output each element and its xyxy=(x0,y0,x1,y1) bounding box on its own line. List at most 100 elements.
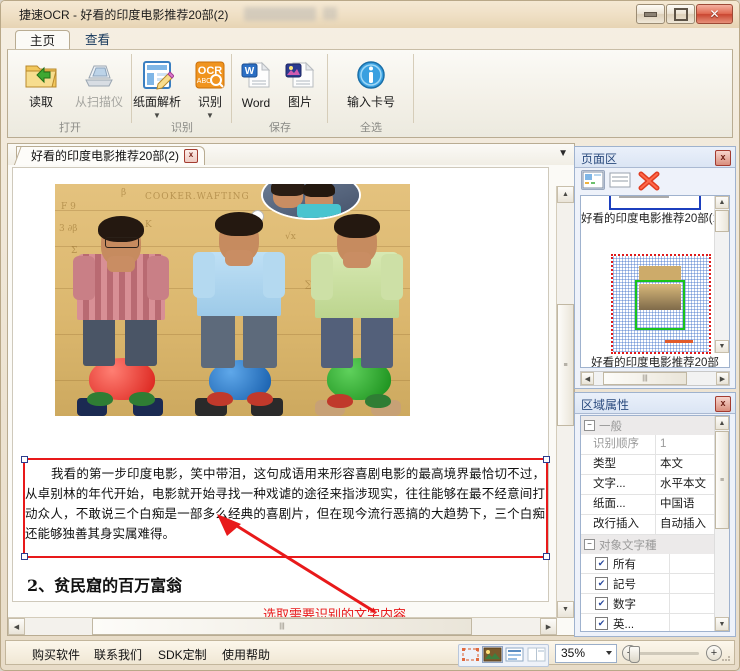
document-horizontal-scrollbar[interactable]: ◀ ||| ▶ xyxy=(8,617,557,635)
ribbon-button-read-label: 读取 xyxy=(28,95,53,109)
list-view-icon[interactable] xyxy=(608,170,632,190)
thumb-vertical-scroll-thumb[interactable] xyxy=(715,210,729,232)
char-type-label: 数字 xyxy=(613,598,636,611)
thumb-scroll-down-button[interactable]: ▼ xyxy=(715,340,729,353)
page-thumbnail-list[interactable]: 好看的印度电影推荐20部(1).pdf 好看的印度电影推荐20部 ▲ ▼ xyxy=(580,195,730,368)
zoom-slider-track[interactable] xyxy=(631,652,699,655)
image-view-icon[interactable] xyxy=(482,646,503,663)
status-link-contact[interactable]: 联系我们 xyxy=(94,646,142,663)
status-link-sdk[interactable]: SDK定制 xyxy=(158,646,207,663)
collapse-icon[interactable]: − xyxy=(584,420,595,431)
document-vertical-scrollbar[interactable]: ▲ ≡ ▼ xyxy=(556,186,574,618)
properties-grid[interactable]: − 一般 识别顺序 1 类型 本文 文字... 水平本文 纸面... 中国语 改… xyxy=(580,415,730,632)
ribbon-button-layout-analysis[interactable]: 纸面解析 ▼ xyxy=(128,54,186,120)
thumb-scroll-left-button[interactable]: ◀ xyxy=(581,372,594,385)
chevron-down-icon[interactable] xyxy=(606,651,612,655)
tab-view[interactable]: 查看 xyxy=(71,30,124,50)
checkbox-symbols[interactable]: ✔ xyxy=(595,577,608,590)
selection-handle-top-left[interactable] xyxy=(21,456,28,463)
document-canvas[interactable]: F 9 3 ∂β β COOKER.WAFTING Σ K √x ∑ 我看的第一… xyxy=(8,165,574,635)
status-link-help[interactable]: 使用帮助 xyxy=(222,646,270,663)
zoom-slider-thumb[interactable] xyxy=(629,646,640,663)
selection-handle-bottom-right[interactable] xyxy=(543,553,550,560)
ribbon-button-from-scanner-label: 从扫描仪 xyxy=(74,95,123,109)
ribbon-button-save-image[interactable]: 图片 xyxy=(276,54,324,120)
document-page: F 9 3 ∂β β COOKER.WAFTING Σ K √x ∑ 我看的第一… xyxy=(12,167,550,622)
properties-group-general[interactable]: − 一般 xyxy=(581,416,729,435)
tab-home[interactable]: 主页 xyxy=(15,30,71,50)
char-type-row-symbols[interactable]: ✔ 記号 xyxy=(581,574,729,594)
checkbox-english[interactable]: ✔ xyxy=(595,617,608,630)
property-row-line-break[interactable]: 改行插入 自动插入 xyxy=(581,515,729,535)
text-view-icon[interactable] xyxy=(504,646,525,663)
zoom-level-combobox[interactable]: 35% xyxy=(555,644,617,663)
vertical-scroll-thumb[interactable]: ≡ xyxy=(557,304,574,426)
ocr-icon: OCR ABC xyxy=(193,58,227,92)
ribbon-button-save-word[interactable]: W Word xyxy=(232,54,280,120)
scroll-up-button[interactable]: ▲ xyxy=(557,186,574,203)
page-panel-close-icon[interactable]: x xyxy=(715,150,731,166)
property-row-order[interactable]: 识别顺序 1 xyxy=(581,435,729,455)
properties-group-char-types[interactable]: − 对象文字種 xyxy=(581,535,729,554)
folder-open-icon xyxy=(24,58,58,92)
page-thumbnail-1[interactable] xyxy=(609,196,701,210)
horizontal-scroll-thumb[interactable]: ||| xyxy=(92,618,472,635)
properties-vertical-scrollbar[interactable]: ▲ ≡ ▼ xyxy=(714,416,729,631)
document-tab-close-icon[interactable]: x xyxy=(184,149,199,163)
document-tab-menu-icon[interactable]: ▼ xyxy=(558,148,568,159)
page-panel-title: 页面区 xyxy=(581,152,618,166)
ribbon: 读取 从扫描仪 打开 纸面解析 ▼ OCR ABC 识别 ▼ 识别 W Word… xyxy=(7,49,733,138)
char-type-label: 英... xyxy=(613,618,635,631)
checkbox-all[interactable]: ✔ xyxy=(595,557,608,570)
scroll-left-button[interactable]: ◀ xyxy=(8,618,25,635)
properties-scroll-down-button[interactable]: ▼ xyxy=(715,617,729,631)
split-view-icon[interactable] xyxy=(526,646,547,663)
page-thumbnail-2[interactable] xyxy=(611,254,711,354)
delete-page-icon[interactable] xyxy=(637,170,661,191)
zoom-in-button[interactable]: + xyxy=(706,645,722,661)
scroll-right-button[interactable]: ▶ xyxy=(540,618,557,635)
thumbnail-view-icon[interactable] xyxy=(581,170,605,190)
property-key: 类型 xyxy=(593,458,616,470)
properties-vertical-scroll-thumb[interactable]: ≡ xyxy=(715,431,729,529)
thumb-scroll-right-button[interactable]: ▶ xyxy=(716,372,729,385)
status-link-buy[interactable]: 购买软件 xyxy=(32,646,80,663)
resize-grip-icon[interactable] xyxy=(721,652,731,662)
ribbon-group-save-title: 保存 xyxy=(269,122,291,134)
property-row-text-direction[interactable]: 文字... 水平本文 xyxy=(581,475,729,495)
thumb-scroll-up-button[interactable]: ▲ xyxy=(715,196,729,209)
svg-text:W: W xyxy=(245,66,255,77)
document-tab[interactable]: 好看的印度电影推荐20部(2) x xyxy=(13,146,206,166)
ribbon-button-enter-card-number[interactable]: 输入卡号 xyxy=(336,54,406,120)
property-row-type[interactable]: 类型 本文 xyxy=(581,455,729,475)
title-bar: 捷速OCR - 好看的印度电影推荐20部(2) ✕ xyxy=(1,1,739,28)
char-type-row-english[interactable]: ✔ 英... xyxy=(581,614,729,631)
thumbnail-horizontal-scrollbar[interactable]: ◀ ||| ▶ xyxy=(580,371,730,386)
close-button[interactable]: ✕ xyxy=(696,4,733,24)
properties-group-general-label: 一般 xyxy=(599,420,622,433)
selection-handle-bottom-left[interactable] xyxy=(21,553,28,560)
ribbon-button-read[interactable]: 读取 xyxy=(10,54,72,120)
ribbon-button-recognize[interactable]: OCR ABC 识别 ▼ xyxy=(186,54,234,120)
title-watermark-secondary xyxy=(323,7,337,20)
thumbnail-vertical-scrollbar[interactable]: ▲ ▼ xyxy=(714,196,729,353)
fit-selection-icon[interactable] xyxy=(460,646,481,663)
checkbox-digits[interactable]: ✔ xyxy=(595,597,608,610)
restore-button[interactable] xyxy=(666,4,695,24)
minimize-button[interactable] xyxy=(636,4,665,24)
selection-handle-top-right[interactable] xyxy=(543,456,550,463)
properties-panel-close-icon[interactable]: x xyxy=(715,396,731,412)
ribbon-button-from-scanner[interactable]: 从扫描仪 xyxy=(68,54,130,120)
window-controls: ✕ xyxy=(636,4,733,25)
properties-scroll-up-button[interactable]: ▲ xyxy=(715,416,729,430)
application-window: 捷速OCR - 好看的印度电影推荐20部(2) ✕ 主页 查看 读取 从扫描仪 … xyxy=(0,0,740,671)
status-bar: 购买软件 联系我们 SDK定制 使用帮助 35% + xyxy=(5,640,735,667)
thumb-horizontal-scroll-thumb[interactable]: ||| xyxy=(603,372,687,385)
poster-figure-center xyxy=(183,188,295,416)
collapse-icon[interactable]: − xyxy=(584,539,595,550)
property-row-language[interactable]: 纸面... 中国语 xyxy=(581,495,729,515)
char-type-row-digits[interactable]: ✔ 数字 xyxy=(581,594,729,614)
char-type-row-all[interactable]: ✔ 所有 xyxy=(581,554,729,574)
scroll-down-button[interactable]: ▼ xyxy=(557,601,574,618)
ribbon-button-save-word-label: Word xyxy=(241,96,271,110)
